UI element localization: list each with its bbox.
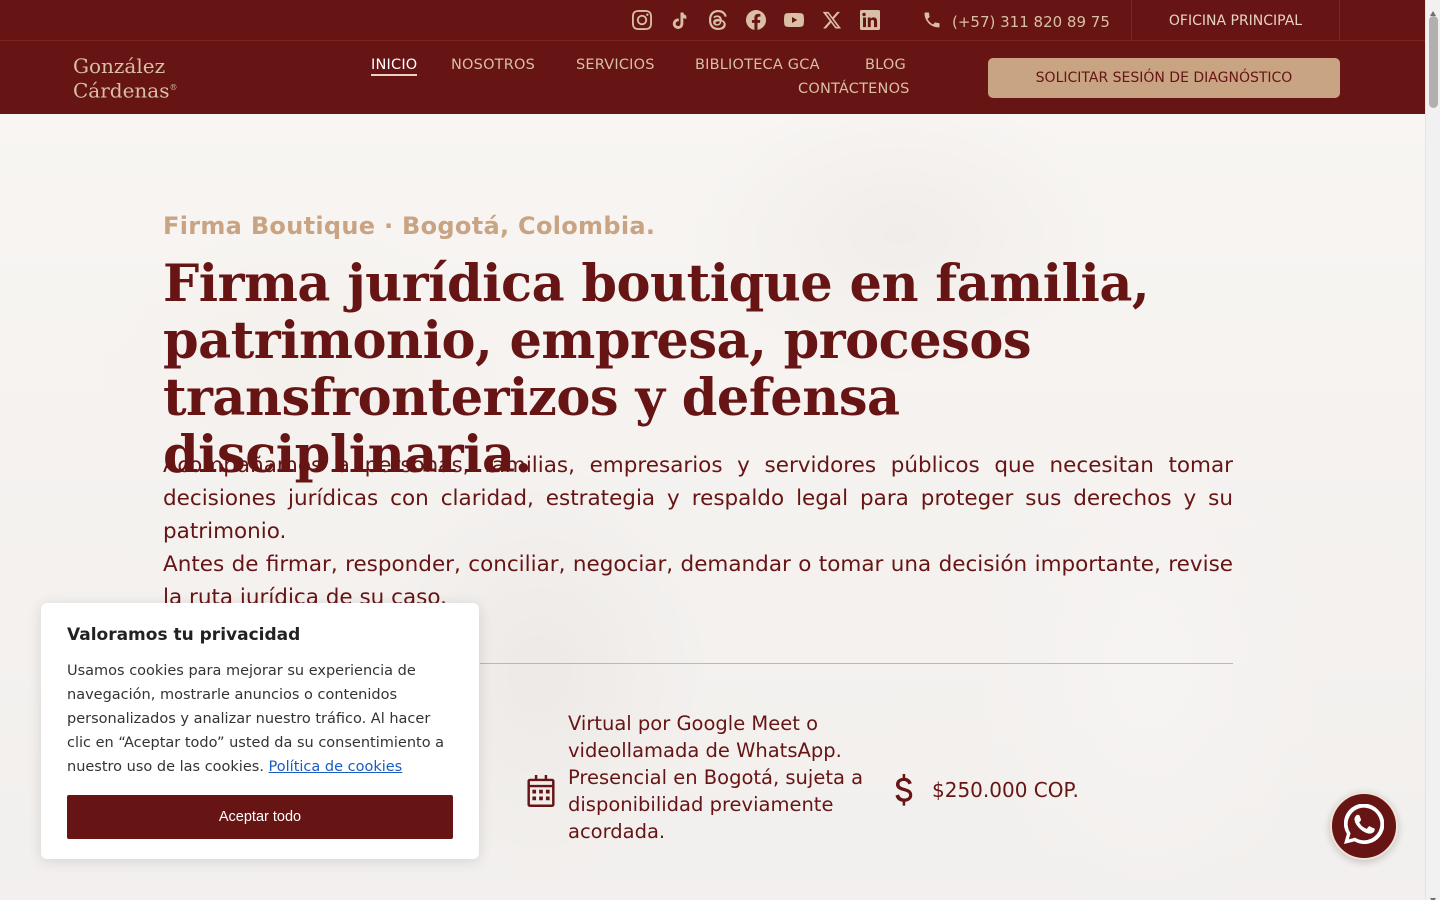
phone-icon (922, 10, 942, 34)
cookie-consent-banner: Valoramos tu privacidad Usamos cookies p… (41, 603, 479, 859)
instagram-icon[interactable] (631, 9, 653, 31)
main-office-link[interactable]: OFICINA PRINCIPAL (1131, 0, 1340, 41)
scroll-down-arrow[interactable] (1429, 889, 1437, 900)
nav-servicios[interactable]: SERVICIOS (576, 57, 655, 73)
session-modality: Virtual por Google Meet o videollamada d… (568, 712, 864, 843)
nav-biblioteca[interactable]: BIBLIOTECA GCA (695, 57, 820, 73)
session-price: $250.000 COP. (932, 778, 1079, 802)
calendar-icon (526, 775, 556, 807)
accept-all-button[interactable]: Aceptar todo (67, 795, 453, 839)
nav-contactenos[interactable]: CONTÁCTENOS (798, 81, 910, 97)
phone-link[interactable]: (+57) 311 820 89 75 (922, 10, 1110, 34)
facebook-icon[interactable] (745, 9, 767, 31)
cookie-body: Usamos cookies para mejorar su experienc… (67, 663, 445, 775)
dollar-icon (892, 774, 916, 808)
youtube-icon[interactable] (783, 9, 805, 31)
top-bar: (+57) 311 820 89 75 OFICINA PRINCIPAL (0, 0, 1425, 41)
scroll-up-arrow[interactable] (1429, 3, 1437, 16)
page-scrollbar[interactable] (1425, 0, 1440, 900)
phone-number: (+57) 311 820 89 75 (952, 13, 1110, 31)
whatsapp-button[interactable] (1330, 792, 1398, 860)
registered-mark: ® (169, 83, 178, 92)
x-icon[interactable] (821, 9, 843, 31)
whatsapp-icon (1343, 803, 1385, 848)
scroll-thumb[interactable] (1429, 16, 1438, 108)
nav-nosotros[interactable]: NOSOTROS (451, 57, 535, 73)
logo-line-2: Cárdenas® (73, 78, 178, 103)
brand-logo[interactable]: González Cárdenas® (73, 56, 178, 102)
main-navbar: González Cárdenas® INICIO NOSOTROS SERVI… (0, 41, 1425, 114)
nav-inicio[interactable]: INICIO (371, 57, 418, 76)
linkedin-icon[interactable] (859, 9, 881, 31)
cookie-title: Valoramos tu privacidad (67, 625, 301, 645)
hero-divider (480, 663, 1233, 664)
nav-blog[interactable]: BLOG (865, 57, 906, 73)
tiktok-icon[interactable] (669, 9, 691, 31)
hero-eyebrow: Firma Boutique · Bogotá, Colombia. (163, 212, 656, 240)
threads-icon[interactable] (707, 9, 729, 31)
hero-lead-paragraph-1: Acompañamos a personas, familias, empres… (163, 453, 1233, 544)
request-diagnostic-button[interactable]: SOLICITAR SESIÓN DE DIAGNÓSTICO (988, 58, 1340, 98)
cookie-policy-link[interactable]: Política de cookies (269, 759, 403, 775)
logo-line-1: González (73, 54, 166, 78)
hero-lead: Acompañamos a personas, familias, empres… (163, 449, 1233, 614)
